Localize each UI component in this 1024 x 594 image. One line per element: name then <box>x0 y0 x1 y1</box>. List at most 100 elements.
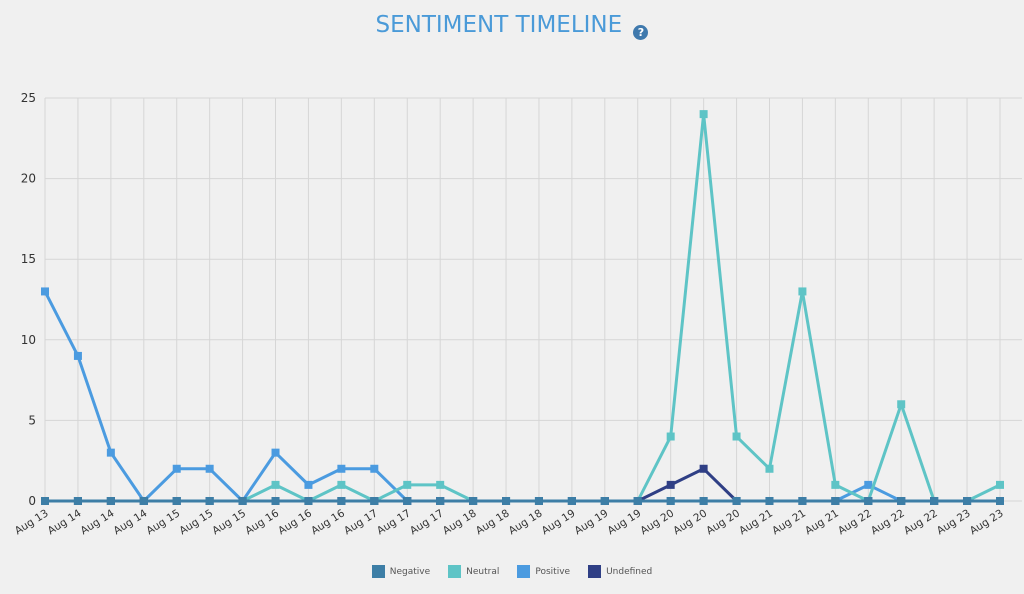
x-tick-label: Aug 17 <box>375 507 413 537</box>
data-point-negative[interactable] <box>732 497 741 505</box>
data-point-negative[interactable] <box>436 497 445 505</box>
x-tick-label: Aug 22 <box>869 507 907 537</box>
x-tick-label: Aug 21 <box>737 507 775 537</box>
x-tick-label: Aug 13 <box>13 507 51 537</box>
x-tick-label: Aug 18 <box>474 507 512 537</box>
x-tick-label: Aug 14 <box>111 507 149 537</box>
data-point-negative[interactable] <box>304 497 313 505</box>
data-point-negative[interactable] <box>666 497 675 505</box>
data-point-negative[interactable] <box>996 497 1004 505</box>
data-point-negative[interactable] <box>271 497 280 505</box>
x-tick-label: Aug 20 <box>638 507 676 537</box>
data-point-neutral[interactable] <box>666 432 675 441</box>
data-point-negative[interactable] <box>765 497 774 505</box>
x-tick-label: Aug 20 <box>671 507 709 537</box>
legend-label: Neutral <box>466 566 500 577</box>
data-point-neutral[interactable] <box>337 480 346 489</box>
data-point-negative[interactable] <box>502 497 511 505</box>
data-point-negative[interactable] <box>864 497 873 505</box>
data-point-negative[interactable] <box>930 497 939 505</box>
legend-item-neutral[interactable]: Neutral <box>448 565 499 578</box>
data-point-positive[interactable] <box>304 480 313 489</box>
x-tick-label: Aug 17 <box>408 507 446 537</box>
data-point-positive[interactable] <box>271 448 280 457</box>
x-tick-label: Aug 15 <box>210 507 248 537</box>
x-tick-label: Aug 23 <box>968 507 1006 537</box>
data-point-negative[interactable] <box>205 497 214 505</box>
data-point-positive[interactable] <box>172 464 181 473</box>
data-point-neutral[interactable] <box>897 400 906 409</box>
data-point-negative[interactable] <box>106 497 115 505</box>
data-point-neutral[interactable] <box>271 480 280 489</box>
x-tick-label: Aug 19 <box>573 507 611 537</box>
legend-swatch <box>517 565 531 578</box>
data-point-negative[interactable] <box>238 497 247 505</box>
x-tick-label: Aug 14 <box>79 507 117 537</box>
x-tick-label: Aug 23 <box>935 507 973 537</box>
data-point-neutral[interactable] <box>831 480 840 489</box>
data-point-negative[interactable] <box>139 497 148 505</box>
data-point-positive[interactable] <box>864 480 873 489</box>
data-point-neutral[interactable] <box>699 110 708 119</box>
x-tick-label: Aug 20 <box>704 507 742 537</box>
legend-item-positive[interactable]: Positive <box>517 565 570 578</box>
series-line-neutral <box>45 112 1001 503</box>
data-point-undefined[interactable] <box>666 480 675 489</box>
legend-swatch <box>588 565 602 578</box>
y-tick-label: 20 <box>21 172 36 186</box>
x-tick-label: Aug 19 <box>540 507 578 537</box>
data-point-negative[interactable] <box>633 497 642 505</box>
data-point-negative[interactable] <box>534 497 543 505</box>
data-point-negative[interactable] <box>831 497 840 505</box>
data-point-negative[interactable] <box>41 497 49 505</box>
data-point-positive[interactable] <box>41 287 49 296</box>
data-point-positive[interactable] <box>205 464 214 473</box>
x-tick-label: Aug 21 <box>770 507 808 537</box>
data-point-negative[interactable] <box>172 497 181 505</box>
data-point-undefined[interactable] <box>699 464 708 473</box>
data-point-neutral[interactable] <box>996 480 1004 489</box>
x-tick-label: Aug 14 <box>46 507 84 537</box>
data-point-negative[interactable] <box>897 497 906 505</box>
data-point-negative[interactable] <box>699 497 708 505</box>
data-point-positive[interactable] <box>73 351 82 360</box>
data-point-neutral[interactable] <box>765 464 774 473</box>
y-tick-label: 15 <box>21 252 36 266</box>
legend-swatch <box>448 565 462 578</box>
x-tick-label: Aug 19 <box>605 507 643 537</box>
data-point-negative[interactable] <box>337 497 346 505</box>
data-point-negative[interactable] <box>370 497 379 505</box>
y-tick-label: 25 <box>21 91 36 105</box>
data-point-negative[interactable] <box>600 497 609 505</box>
data-point-neutral[interactable] <box>798 287 807 296</box>
x-tick-label: Aug 18 <box>507 507 545 537</box>
data-point-negative[interactable] <box>963 497 972 505</box>
y-tick-label: 0 <box>28 494 36 508</box>
x-tick-label: Aug 16 <box>309 507 347 537</box>
data-point-negative[interactable] <box>469 497 478 505</box>
legend-label: Positive <box>535 566 571 577</box>
data-point-neutral[interactable] <box>403 480 412 489</box>
data-point-positive[interactable] <box>106 448 115 457</box>
x-tick-label: Aug 17 <box>342 507 380 537</box>
x-tick-label: Aug 16 <box>243 507 281 537</box>
chart-legend: Negative Neutral Positive Undefined <box>0 565 1024 578</box>
legend-item-undefined[interactable]: Undefined <box>588 565 652 578</box>
legend-label: Undefined <box>606 566 653 577</box>
data-point-positive[interactable] <box>370 464 379 473</box>
legend-label: Negative <box>389 566 431 577</box>
y-tick-label: 5 <box>28 413 36 427</box>
x-tick-label: Aug 18 <box>441 507 479 537</box>
x-tick-label: Aug 15 <box>144 507 182 537</box>
x-tick-label: Aug 16 <box>276 507 314 537</box>
x-tick-label: Aug 21 <box>803 507 841 537</box>
data-point-neutral[interactable] <box>732 432 741 441</box>
legend-item-negative[interactable]: Negative <box>371 565 431 578</box>
data-point-positive[interactable] <box>337 464 346 473</box>
data-point-negative[interactable] <box>798 497 807 505</box>
data-point-negative[interactable] <box>567 497 576 505</box>
data-point-negative[interactable] <box>403 497 412 505</box>
data-point-negative[interactable] <box>73 497 82 505</box>
x-tick-label: Aug 15 <box>177 507 215 537</box>
data-point-neutral[interactable] <box>436 480 445 489</box>
